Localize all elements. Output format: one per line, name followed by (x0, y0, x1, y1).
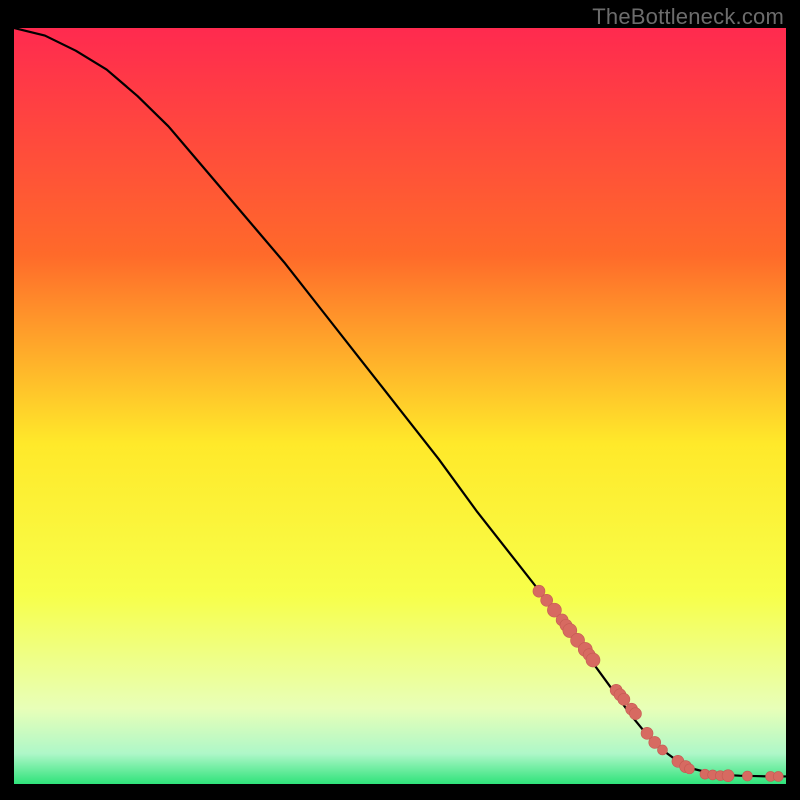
watermark-text: TheBottleneck.com (592, 4, 784, 30)
chart-frame: TheBottleneck.com (0, 0, 800, 800)
data-marker (742, 771, 752, 781)
data-marker (722, 770, 734, 782)
plot-area (14, 28, 786, 784)
data-marker (629, 708, 641, 720)
data-marker (618, 693, 630, 705)
data-marker (586, 653, 600, 667)
gradient-background (14, 28, 786, 784)
data-marker (773, 771, 783, 781)
chart-svg (14, 28, 786, 784)
data-marker (685, 764, 695, 774)
data-marker (657, 745, 667, 755)
